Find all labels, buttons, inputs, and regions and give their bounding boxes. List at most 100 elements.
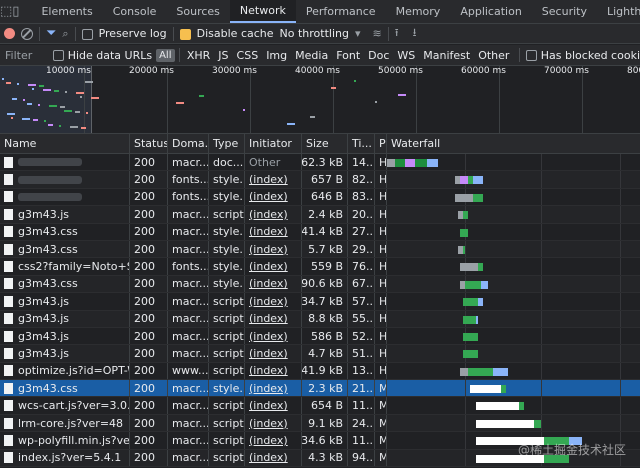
- request-initiator[interactable]: (index): [245, 240, 302, 258]
- request-initiator[interactable]: (index): [245, 397, 302, 414]
- table-row[interactable]: g3m43.css 200macr...style...(index)90.6 k…: [0, 275, 640, 294]
- type-filter-img[interactable]: Img: [262, 49, 291, 62]
- request-initiator[interactable]: (index): [245, 380, 302, 397]
- tab-application[interactable]: Application: [450, 0, 531, 23]
- hide-data-urls-label[interactable]: Hide data URLs: [68, 49, 152, 62]
- table-row[interactable]: g3m43.css 200macr...style...(index)2.3 kB…: [0, 380, 640, 398]
- request-name[interactable]: wp-polyfill.min.js?ver=...: [0, 432, 130, 449]
- has-blocked-cookies-label[interactable]: Has blocked cooki: [541, 49, 640, 62]
- disable-cache-label[interactable]: Disable cache: [197, 27, 274, 40]
- table-row[interactable]: g3m43.js 200 macr... script (index) 8.8 kB 55.…: [0, 310, 640, 328]
- request-initiator[interactable]: (index): [245, 414, 302, 432]
- type-filter-other[interactable]: Other: [474, 49, 513, 62]
- table-row[interactable]: 200fonts...style...(index)657 B82...H...: [0, 171, 640, 189]
- request-waterfall[interactable]: [387, 380, 640, 397]
- request-name[interactable]: css2?family=Noto+Ser...: [0, 258, 130, 275]
- preserve-log-label[interactable]: Preserve log: [99, 27, 167, 40]
- request-initiator[interactable]: (index): [245, 171, 302, 188]
- request-waterfall[interactable]: [387, 397, 640, 414]
- request-waterfall[interactable]: [387, 293, 640, 310]
- request-initiator[interactable]: (index): [245, 223, 302, 240]
- chevron-down-icon[interactable]: ▾: [355, 27, 361, 40]
- request-waterfall[interactable]: [387, 362, 640, 380]
- request-waterfall[interactable]: [387, 310, 640, 327]
- request-waterfall[interactable]: [387, 223, 640, 240]
- request-waterfall[interactable]: [387, 206, 640, 223]
- request-name[interactable]: lrm-core.js?ver=48: [0, 414, 130, 432]
- table-row[interactable]: lrm-core.js?ver=48 200 macr... script (index…: [0, 414, 640, 433]
- tab-elements[interactable]: Elements: [31, 0, 102, 23]
- network-overview[interactable]: 10000 ms 20000 ms 30000 ms 40000 ms 50000 ms…: [0, 66, 640, 134]
- request-waterfall[interactable]: [387, 327, 640, 345]
- request-name[interactable]: [0, 188, 130, 206]
- column-size[interactable]: Size: [302, 134, 348, 153]
- filter-icon[interactable]: ⏷: [46, 26, 56, 41]
- request-initiator[interactable]: (index): [245, 449, 302, 467]
- column-initiator[interactable]: Initiator: [245, 134, 302, 153]
- request-initiator[interactable]: (index): [245, 345, 302, 362]
- request-waterfall[interactable]: [387, 171, 640, 188]
- throttling-select[interactable]: No throttling: [280, 27, 349, 40]
- overview-selection[interactable]: [0, 66, 92, 133]
- request-waterfall[interactable]: [387, 258, 640, 275]
- request-initiator[interactable]: (index): [245, 293, 302, 310]
- type-filter-css[interactable]: CSS: [233, 49, 263, 62]
- export-har-icon[interactable]: ⭳: [413, 24, 417, 43]
- table-row[interactable]: g3m43.js 200 macr... script (index) 34.7 kB 57…: [0, 293, 640, 311]
- request-name[interactable]: g3m43.css: [0, 275, 130, 293]
- inspect-element-icon[interactable]: ⬚: [0, 0, 12, 23]
- clear-icon[interactable]: [21, 27, 33, 40]
- request-name[interactable]: g3m43.css: [0, 223, 130, 240]
- column-name[interactable]: Name: [0, 134, 130, 153]
- tab-lighthouse[interactable]: Lighthouse: [597, 0, 640, 23]
- column-waterfall[interactable]: Waterfall: [387, 134, 640, 153]
- tab-performance[interactable]: Performance: [296, 0, 386, 23]
- preserve-log-checkbox[interactable]: [81, 27, 93, 40]
- request-name[interactable]: g3m43.js: [0, 206, 130, 223]
- table-row[interactable]: 200macr...doc...Other62.3 kB14...H...: [0, 154, 640, 172]
- type-filter-xhr[interactable]: XHR: [183, 49, 214, 62]
- request-initiator[interactable]: (index): [245, 275, 302, 293]
- request-name[interactable]: optimize.js?id=OPT-W...: [0, 362, 130, 380]
- device-toolbar-icon[interactable]: ▯: [12, 0, 19, 23]
- request-initiator[interactable]: (index): [245, 188, 302, 206]
- request-name[interactable]: [0, 154, 130, 171]
- import-har-icon[interactable]: ⭱: [395, 24, 399, 43]
- column-priority[interactable]: P: [375, 134, 387, 153]
- request-waterfall[interactable]: [387, 240, 640, 258]
- tab-security[interactable]: Security: [532, 0, 597, 23]
- tab-memory[interactable]: Memory: [386, 0, 451, 23]
- type-filter-js[interactable]: JS: [214, 49, 232, 62]
- request-name[interactable]: [0, 171, 130, 188]
- network-conditions-icon[interactable]: ≋: [373, 27, 382, 40]
- disable-cache-checkbox[interactable]: [179, 27, 191, 40]
- request-initiator[interactable]: (index): [245, 258, 302, 275]
- type-filter-font[interactable]: Font: [332, 49, 364, 62]
- table-row[interactable]: g3m43.js 200 macr... script (index) 4.7 kB 51.…: [0, 345, 640, 363]
- request-initiator[interactable]: (index): [245, 310, 302, 327]
- column-domain[interactable]: Doma...: [168, 134, 209, 153]
- search-icon[interactable]: ⌕: [62, 27, 68, 41]
- request-waterfall[interactable]: [387, 154, 640, 171]
- request-name[interactable]: g3m43.js: [0, 293, 130, 310]
- request-name[interactable]: g3m43.js: [0, 345, 130, 362]
- table-row[interactable]: wcs-cart.js?ver=3.0.13200macr...script(i…: [0, 397, 640, 415]
- tab-console[interactable]: Console: [103, 0, 167, 23]
- request-waterfall[interactable]: [387, 345, 640, 362]
- type-filter-all[interactable]: All: [156, 48, 175, 62]
- request-name[interactable]: g3m43.js: [0, 310, 130, 327]
- table-row[interactable]: optimize.js?id=OPT-W...200www...script(i…: [0, 362, 640, 381]
- table-row[interactable]: g3m43.js 200 macr... script (index) 2.4 kB 20.…: [0, 206, 640, 224]
- tab-sources[interactable]: Sources: [166, 0, 230, 23]
- request-initiator[interactable]: (index): [245, 206, 302, 223]
- has-blocked-cookies-checkbox[interactable]: [525, 49, 537, 62]
- type-filter-manifest[interactable]: Manifest: [419, 49, 474, 62]
- filter-input[interactable]: Filter: [5, 49, 53, 62]
- request-initiator[interactable]: (index): [245, 432, 302, 449]
- request-name[interactable]: g3m43.css: [0, 380, 130, 397]
- table-row[interactable]: g3m43.css 200macr...style...(index)41.4 k…: [0, 223, 640, 241]
- request-waterfall[interactable]: [387, 275, 640, 293]
- request-name[interactable]: wcs-cart.js?ver=3.0.13: [0, 397, 130, 414]
- request-waterfall[interactable]: [387, 188, 640, 206]
- column-time[interactable]: Ti...: [348, 134, 375, 153]
